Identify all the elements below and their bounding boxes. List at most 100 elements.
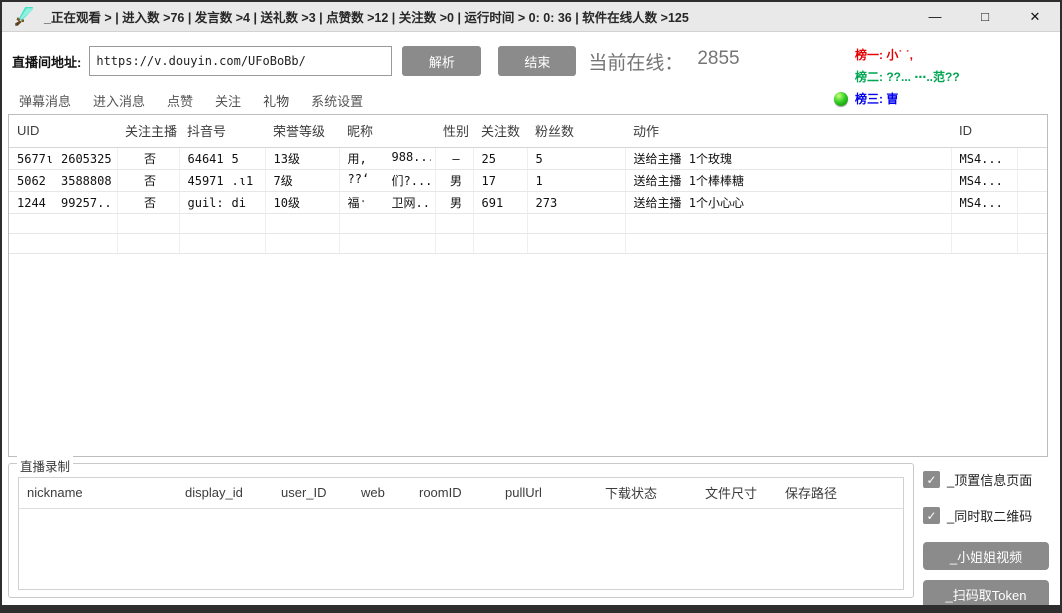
douyin-id-b: .ι1: [232, 174, 254, 188]
col-honor-level: 荣誉等级: [265, 115, 339, 148]
live-record-panel: 直播录制 nickname display_id user_ID web roo…: [8, 463, 914, 598]
checkbox-checked-icon[interactable]: ✓: [923, 507, 940, 524]
honor-level-value: 7级: [265, 170, 339, 192]
uid-part-a: 5062: [17, 174, 61, 188]
gift-list-panel: UID 关注主播 抖音号 荣誉等级 昵称 性别 关注数 粉丝数 动作 ID 56…: [8, 114, 1048, 457]
checkbox-label: _同时取二维码: [947, 506, 1032, 525]
sword-icon: [14, 7, 34, 27]
col-user-id: user_ID: [273, 478, 353, 509]
col-pull-url: pullUrl: [497, 478, 597, 509]
nickname-b: 们?...: [392, 172, 431, 189]
online-label: 当前在线：: [588, 48, 683, 75]
top-rankings: 榜一: 小˙ ˙, 榜二: ??... ⋯..范?? 榜三: 曺: [834, 44, 960, 110]
follow-count-value: 25: [473, 148, 527, 170]
checkbox-checked-icon[interactable]: ✓: [923, 471, 940, 488]
id-value: MS4...: [951, 148, 1017, 170]
window-title: _正在观看 > | 进入数 >76 | 发言数 >4 | 送礼数 >3 | 点赞…: [44, 7, 689, 26]
col-web: web: [353, 478, 411, 509]
checkbox-fetch-qrcode[interactable]: ✓ _同时取二维码: [923, 506, 1049, 525]
honor-level-value: 13级: [265, 148, 339, 170]
rank-3: 榜三: 曺: [834, 88, 960, 110]
col-nickname: 昵称: [339, 115, 435, 148]
table-row[interactable]: 124499257... 否 guil:di 10级 福ˑ卫网... 男 691…: [9, 192, 1048, 214]
col-file-size: 文件尺寸: [697, 478, 777, 509]
nickname-b: 988...: [392, 150, 431, 167]
parse-button[interactable]: 解析: [402, 46, 481, 76]
live-record-title: 直播录制: [17, 456, 73, 475]
table-row[interactable]: 50623588808 否 45971.ι1 7级 ??ʻ们?... 男 17 …: [9, 170, 1048, 192]
col-douyin-id: 抖音号: [179, 115, 265, 148]
douyin-id-a: 64641: [188, 152, 232, 166]
col-display-id: display_id: [177, 478, 273, 509]
honor-level-value: 10级: [265, 192, 339, 214]
col-id: ID: [951, 115, 1017, 148]
nickname-a: ??ʻ: [348, 172, 392, 189]
col-fans-count: 粉丝数: [527, 115, 625, 148]
id-value: MS4...: [951, 170, 1017, 192]
follow-count-value: 691: [473, 192, 527, 214]
gender-value: 男: [435, 192, 473, 214]
douyin-id-b: di: [232, 196, 246, 210]
gender-value: –: [435, 148, 473, 170]
douyin-id-a: 45971: [188, 174, 232, 188]
uid-part-b: 3588808: [61, 174, 112, 188]
uid-part-b: 2605325: [61, 152, 112, 166]
douyin-id-b: 5: [232, 152, 239, 166]
rank-2: 榜二: ??... ⋯..范??: [834, 66, 960, 88]
nickname-a: 福ˑ: [348, 194, 392, 211]
record-table: nickname display_id user_ID web roomID p…: [18, 477, 904, 590]
action-value: 送给主播 1个小心心: [625, 192, 951, 214]
rank-3-label: 榜三: 曺: [855, 88, 898, 110]
fans-count-value: 273: [527, 192, 625, 214]
empty-row: [9, 214, 1048, 234]
col-room-id: roomID: [411, 478, 497, 509]
col-follow-count: 关注数: [473, 115, 527, 148]
douyin-id-a: guil:: [188, 196, 232, 210]
room-url-label: 直播间地址:: [12, 52, 81, 71]
rank-1: 榜一: 小˙ ˙,: [834, 44, 960, 66]
online-count: 2855: [697, 48, 739, 75]
scan-token-button[interactable]: _扫码取Token: [923, 580, 1049, 608]
green-ball-icon: [834, 92, 848, 106]
col-action: 动作: [625, 115, 951, 148]
follow-anchor-value: 否: [117, 192, 179, 214]
follow-anchor-value: 否: [117, 170, 179, 192]
online-counter: 当前在线： 2855: [588, 48, 739, 75]
action-value: 送给主播 1个棒棒糖: [625, 170, 951, 192]
window-controls: — □ ✕: [910, 2, 1060, 31]
table-row[interactable]: 5677ι2605325 否 646415 13级 用,988... – 25 …: [9, 148, 1048, 170]
col-save-path: 保存路径: [777, 478, 904, 509]
col-download-status: 下载状态: [597, 478, 697, 509]
col-nickname: nickname: [19, 478, 177, 509]
options-column: ✓ _顶置信息页面 ✓ _同时取二维码 _小姐姐视频 _扫码取Token: [923, 470, 1049, 613]
uid-part-b: 99257...: [61, 196, 113, 210]
col-gender: 性别: [435, 115, 473, 148]
nickname-a: 用,: [348, 150, 392, 167]
id-value: MS4...: [951, 192, 1017, 214]
nickname-b: 卫网...: [392, 194, 431, 211]
empty-row: [9, 234, 1048, 254]
titlebar: _正在观看 > | 进入数 >76 | 发言数 >4 | 送礼数 >3 | 点赞…: [2, 2, 1060, 32]
checkbox-label: _顶置信息页面: [947, 470, 1032, 489]
gift-table-header: UID 关注主播 抖音号 荣誉等级 昵称 性别 关注数 粉丝数 动作 ID: [9, 115, 1048, 148]
follow-count-value: 17: [473, 170, 527, 192]
checkbox-pin-info-page[interactable]: ✓ _顶置信息页面: [923, 470, 1049, 489]
app-window: _正在观看 > | 进入数 >76 | 发言数 >4 | 送礼数 >3 | 点赞…: [0, 0, 1062, 613]
follow-anchor-value: 否: [117, 148, 179, 170]
uid-part-a: 5677ι: [17, 152, 61, 166]
girl-video-button[interactable]: _小姐姐视频: [923, 542, 1049, 570]
fans-count-value: 1: [527, 170, 625, 192]
col-uid: UID: [9, 115, 117, 148]
uid-part-a: 1244: [17, 196, 61, 210]
col-filler: [1017, 115, 1048, 148]
maximize-icon[interactable]: □: [960, 2, 1010, 31]
fans-count-value: 5: [527, 148, 625, 170]
room-url-input[interactable]: [89, 46, 392, 76]
minimize-icon[interactable]: —: [910, 2, 960, 31]
close-icon[interactable]: ✕: [1010, 2, 1060, 31]
record-table-header: nickname display_id user_ID web roomID p…: [19, 478, 904, 509]
toolbar: 直播间地址: 解析 结束 当前在线： 2855: [12, 46, 740, 76]
action-value: 送给主播 1个玫瑰: [625, 148, 951, 170]
gender-value: 男: [435, 170, 473, 192]
end-button[interactable]: 结束: [498, 46, 576, 76]
